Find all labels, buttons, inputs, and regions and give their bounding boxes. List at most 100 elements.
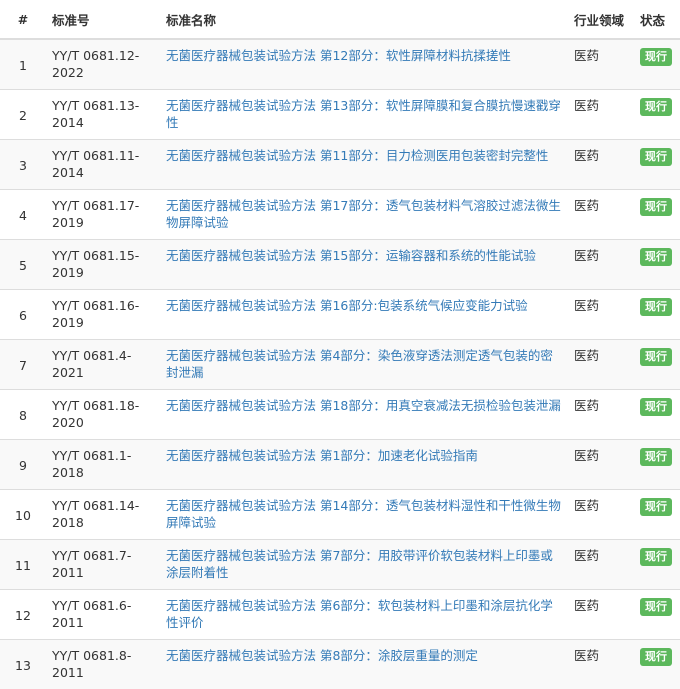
row-number: 12 [0, 590, 46, 640]
standard-name-cell: 无菌医疗器械包装试验方法 第11部分：目力检测医用包装密封完整性 [160, 140, 568, 190]
standard-name-link[interactable]: 无菌医疗器械包装试验方法 第13部分：软性屏障膜和复合膜抗慢速戳穿性 [166, 98, 561, 130]
standard-name-cell: 无菌医疗器械包装试验方法 第18部分：用真空衰减法无损检验包装泄漏 [160, 390, 568, 440]
status-cell: 现行 [634, 490, 680, 540]
status-badge: 现行 [640, 398, 672, 416]
table-row: 1YY/T 0681.12-2022 无菌医疗器械包装试验方法 第12部分：软性屏… [0, 39, 680, 90]
standard-name-cell: 无菌医疗器械包装试验方法 第14部分：透气包装材料湿性和干性微生物屏障试验 [160, 490, 568, 540]
table-row: 2YY/T 0681.13-2014无菌医疗器械包装试验方法 第13部分：软性屏… [0, 90, 680, 140]
standard-name-link[interactable]: 无菌医疗器械包装试验方法 第1部分：加速老化试验指南 [166, 448, 478, 463]
industry-field: 医药 [568, 340, 634, 390]
industry-field: 医药 [568, 590, 634, 640]
standard-name-link[interactable]: 无菌医疗器械包装试验方法 第18部分：用真空衰减法无损检验包装泄漏 [166, 398, 561, 413]
status-cell: 现行 [634, 290, 680, 340]
status-cell: 现行 [634, 39, 680, 90]
standard-name-link[interactable]: 无菌医疗器械包装试验方法 第12部分：软性屏障材料抗揉搓性 [166, 48, 511, 63]
standard-name-cell: 无菌医疗器械包装试验方法 第8部分：涂胶层重量的测定 [160, 640, 568, 689]
status-badge: 现行 [640, 598, 672, 616]
table-header: # 标准号 标准名称 行业领域 状态 [0, 0, 680, 39]
industry-field: 医药 [568, 240, 634, 290]
row-number: 13 [0, 640, 46, 689]
table-row: 4YY/T 0681.17-2019无菌医疗器械包装试验方法 第17部分：透气包… [0, 190, 680, 240]
standard-name-link[interactable]: 无菌医疗器械包装试验方法 第17部分：透气包装材料气溶胶过滤法微生物屏障试验 [166, 198, 561, 230]
status-cell: 现行 [634, 390, 680, 440]
standard-name-cell: 无菌医疗器械包装试验方法 第13部分：软性屏障膜和复合膜抗慢速戳穿性 [160, 90, 568, 140]
standard-name-link[interactable]: 无菌医疗器械包装试验方法 第15部分：运输容器和系统的性能试验 [166, 248, 536, 263]
table-row: 10YY/T 0681.14-2018无菌医疗器械包装试验方法 第14部分：透气… [0, 490, 680, 540]
standard-name-link[interactable]: 无菌医疗器械包装试验方法 第16部分:包装系统气候应变能力试验 [166, 298, 528, 313]
status-badge: 现行 [640, 448, 672, 466]
status-cell: 现行 [634, 190, 680, 240]
standard-name-link[interactable]: 无菌医疗器械包装试验方法 第7部分：用胶带评价软包装材料上印墨或涂层附着性 [166, 548, 553, 580]
table-row: 12YY/T 0681.6-2011无菌医疗器械包装试验方法 第6部分：软包装材… [0, 590, 680, 640]
standard-name-cell: 无菌医疗器械包装试验方法 第17部分：透气包装材料气溶胶过滤法微生物屏障试验 [160, 190, 568, 240]
row-number: 4 [0, 190, 46, 240]
status-cell: 现行 [634, 540, 680, 590]
row-number: 3 [0, 140, 46, 190]
status-badge: 现行 [640, 648, 672, 666]
row-number: 6 [0, 290, 46, 340]
standards-table: # 标准号 标准名称 行业领域 状态 1YY/T 0681.12-2022无菌医… [0, 0, 680, 689]
status-cell: 现行 [634, 240, 680, 290]
header-name: 标准名称 [160, 0, 568, 39]
row-number: 5 [0, 240, 46, 290]
header-status: 状态 [634, 0, 680, 39]
status-badge: 现行 [640, 348, 672, 366]
industry-field: 医药 [568, 39, 634, 90]
standard-code: YY/T 0681.14-2018 [46, 490, 160, 540]
standard-name-cell: 无菌医疗器械包装试验方法 第1部分：加速老化试验指南 [160, 440, 568, 490]
standard-name-cell: 无菌医疗器械包装试验方法 第6部分：软包装材料上印墨和涂层抗化学性评价 [160, 590, 568, 640]
row-number: 11 [0, 540, 46, 590]
row-number: 9 [0, 440, 46, 490]
standard-code: YY/T 0681.15-2019 [46, 240, 160, 290]
standard-code: YY/T 0681.4-2021 [46, 340, 160, 390]
standard-name-cell: 无菌医疗器械包装试验方法 第4部分：染色液穿透法测定透气包装的密封泄漏 [160, 340, 568, 390]
status-cell: 现行 [634, 140, 680, 190]
status-cell: 现行 [634, 590, 680, 640]
standard-name-link[interactable]: 无菌医疗器械包装试验方法 第11部分：目力检测医用包装密封完整性 [166, 148, 548, 163]
status-badge: 现行 [640, 48, 672, 66]
industry-field: 医药 [568, 390, 634, 440]
industry-field: 医药 [568, 490, 634, 540]
status-badge: 现行 [640, 98, 672, 116]
standard-name-link[interactable]: 无菌医疗器械包装试验方法 第6部分：软包装材料上印墨和涂层抗化学性评价 [166, 598, 553, 630]
status-cell: 现行 [634, 340, 680, 390]
standard-code: YY/T 0681.6-2011 [46, 590, 160, 640]
row-number: 10 [0, 490, 46, 540]
status-badge: 现行 [640, 148, 672, 166]
standard-code: YY/T 0681.18-2020 [46, 390, 160, 440]
header-num: # [0, 0, 46, 39]
standard-name-cell: 无菌医疗器械包装试验方法 第12部分：软性屏障材料抗揉搓性 [160, 39, 568, 90]
standard-code: YY/T 0681.12-2022 [46, 39, 160, 90]
status-cell: 现行 [634, 90, 680, 140]
status-badge: 现行 [640, 498, 672, 516]
industry-field: 医药 [568, 640, 634, 689]
row-number: 2 [0, 90, 46, 140]
industry-field: 医药 [568, 190, 634, 240]
standard-name-cell: 无菌医疗器械包装试验方法 第16部分:包装系统气候应变能力试验 [160, 290, 568, 340]
standard-code: YY/T 0681.8-2011 [46, 640, 160, 689]
table-row: 5YY/T 0681.15-2019 无菌医疗器械包装试验方法 第15部分：运输容… [0, 240, 680, 290]
header-row: # 标准号 标准名称 行业领域 状态 [0, 0, 680, 39]
standard-name-cell: 无菌医疗器械包装试验方法 第7部分：用胶带评价软包装材料上印墨或涂层附着性 [160, 540, 568, 590]
header-industry: 行业领域 [568, 0, 634, 39]
status-badge: 现行 [640, 198, 672, 216]
row-number: 1 [0, 39, 46, 90]
status-cell: 现行 [634, 440, 680, 490]
standard-name-link[interactable]: 无菌医疗器械包装试验方法 第14部分：透气包装材料湿性和干性微生物屏障试验 [166, 498, 561, 530]
standard-name-link[interactable]: 无菌医疗器械包装试验方法 第8部分：涂胶层重量的测定 [166, 648, 478, 663]
standard-name-cell: 无菌医疗器械包装试验方法 第15部分：运输容器和系统的性能试验 [160, 240, 568, 290]
standard-name-link[interactable]: 无菌医疗器械包装试验方法 第4部分：染色液穿透法测定透气包装的密封泄漏 [166, 348, 553, 380]
industry-field: 医药 [568, 290, 634, 340]
table-row: 7YY/T 0681.4-2021无菌医疗器械包装试验方法 第4部分：染色液穿透… [0, 340, 680, 390]
standard-code: YY/T 0681.13-2014 [46, 90, 160, 140]
standard-code: YY/T 0681.17-2019 [46, 190, 160, 240]
table-body: 1YY/T 0681.12-2022 无菌医疗器械包装试验方法 第12部分：软性屏… [0, 39, 680, 689]
table-row: 6YY/T 0681.16-2019 无菌医疗器械包装试验方法 第16部分:包装系… [0, 290, 680, 340]
status-cell: 现行 [634, 640, 680, 689]
industry-field: 医药 [568, 90, 634, 140]
standard-code: YY/T 0681.11-2014 [46, 140, 160, 190]
table-row: 9YY/T 0681.1-2018无菌医疗器械包装试验方法 第1部分：加速老化试… [0, 440, 680, 490]
industry-field: 医药 [568, 540, 634, 590]
standard-code: YY/T 0681.16-2019 [46, 290, 160, 340]
row-number: 8 [0, 390, 46, 440]
